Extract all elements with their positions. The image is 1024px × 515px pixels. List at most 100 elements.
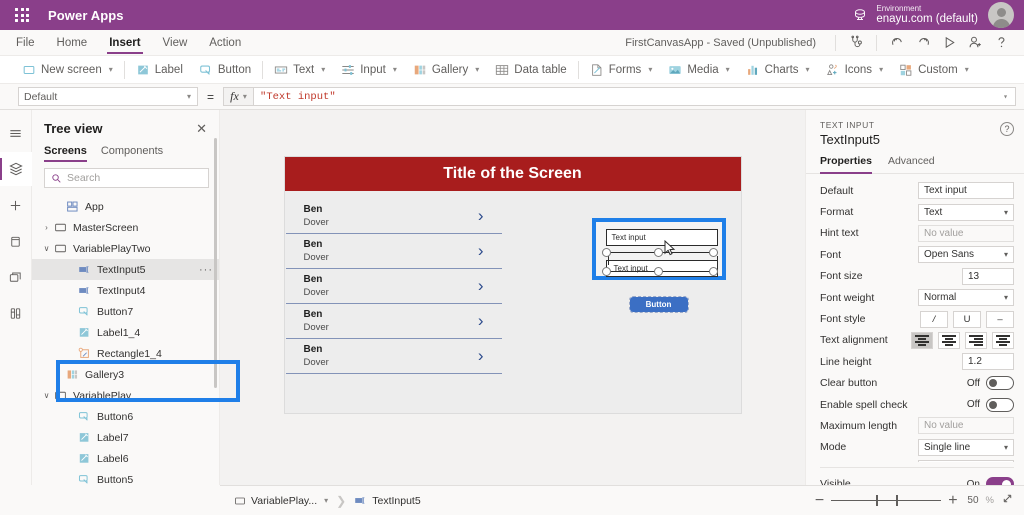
- tab-screens[interactable]: Screens: [44, 145, 87, 162]
- property-input-hint-text[interactable]: No value: [918, 224, 1014, 242]
- ribbon-custom[interactable]: Custom ▾: [891, 60, 977, 80]
- underline-button[interactable]: U: [953, 310, 981, 328]
- environment-picker[interactable]: Environment enayu.com (default): [852, 4, 978, 26]
- gallery-item[interactable]: Ben Dover ›: [285, 199, 502, 234]
- tree-node-masterscreen[interactable]: › MasterScreen: [32, 217, 219, 238]
- property-selector[interactable]: Default ▾: [18, 87, 198, 106]
- chevron-right-icon[interactable]: ›: [478, 206, 484, 226]
- menu-item-file[interactable]: File: [14, 33, 37, 53]
- breadcrumb-screen[interactable]: VariablePlay... ▾: [234, 495, 328, 507]
- resize-handle[interactable]: [601, 267, 611, 276]
- align-right-button[interactable]: [965, 331, 987, 349]
- hamburger-menu-icon[interactable]: [0, 116, 32, 150]
- app-checker-icon[interactable]: [843, 32, 869, 54]
- align-left-button[interactable]: [911, 331, 933, 349]
- tab-properties[interactable]: Properties: [820, 155, 872, 174]
- chevron-right-icon[interactable]: ›: [478, 241, 484, 261]
- gallery-item[interactable]: Ben Dover ›: [285, 234, 502, 269]
- resize-handle[interactable]: [601, 248, 611, 257]
- canvas-area[interactable]: Title of the Screen Ben Dover › Ben Dover › Be…: [220, 110, 805, 513]
- align-justify-button[interactable]: [992, 331, 1014, 349]
- search-input[interactable]: Search: [44, 168, 209, 188]
- tree-node-variableplaytwo[interactable]: ∨ VariablePlayTwo: [32, 238, 219, 259]
- media-library-icon[interactable]: [0, 260, 32, 294]
- ribbon-label[interactable]: Label: [128, 60, 191, 80]
- resize-handle[interactable]: [653, 248, 663, 257]
- expander-icon[interactable]: ›: [52, 370, 65, 379]
- tree-scrollbar[interactable]: [214, 138, 217, 388]
- tree-view-icon[interactable]: [0, 152, 32, 186]
- help-icon[interactable]: ?: [1000, 122, 1014, 136]
- ribbon-gallery[interactable]: Gallery ▾: [405, 60, 487, 80]
- text-input-5[interactable]: Text input: [605, 229, 718, 246]
- tree-node-gallery3[interactable]: › Gallery3: [32, 364, 219, 385]
- close-icon[interactable]: ✕: [192, 120, 211, 137]
- tree-node-label7[interactable]: Label7: [32, 427, 219, 448]
- breadcrumb-control[interactable]: TextInput5: [354, 494, 421, 507]
- zoom-out-button[interactable]: −: [815, 492, 824, 510]
- clear-button-toggle[interactable]: [986, 376, 1014, 391]
- app-screen-preview[interactable]: Title of the Screen Ben Dover › Ben Dover › Be…: [284, 157, 741, 413]
- resize-handle[interactable]: [653, 267, 663, 276]
- property-input-maximum-length[interactable]: No value: [918, 417, 1014, 435]
- avatar[interactable]: [988, 2, 1014, 28]
- ribbon-media[interactable]: Media ▾: [660, 60, 737, 80]
- menu-item-action[interactable]: Action: [207, 33, 243, 53]
- menu-item-insert[interactable]: Insert: [107, 33, 143, 54]
- property-input-default[interactable]: Text input: [918, 182, 1014, 200]
- italic-button[interactable]: /: [920, 310, 948, 328]
- undo-icon[interactable]: [884, 32, 910, 54]
- property-input-font-size[interactable]: 13: [962, 267, 1014, 285]
- tree-node-label6[interactable]: Label6: [32, 448, 219, 469]
- property-input-line-height[interactable]: 1.2: [962, 353, 1014, 371]
- zoom-in-button[interactable]: +: [948, 492, 957, 510]
- gallery-control[interactable]: Ben Dover › Ben Dover › Ben Dover › Ben Dover › Ben D…: [285, 199, 502, 374]
- expander-icon[interactable]: ∨: [40, 244, 53, 253]
- preview-icon[interactable]: [936, 32, 962, 54]
- property-select-font-weight[interactable]: Normal ▾: [918, 289, 1014, 307]
- button7-control[interactable]: Button: [628, 296, 689, 313]
- menu-item-view[interactable]: View: [161, 33, 190, 53]
- tree-node-button6[interactable]: Button6: [32, 406, 219, 427]
- fx-button[interactable]: fx ▾: [223, 87, 254, 106]
- ribbon-input[interactable]: Input ▾: [333, 60, 405, 80]
- ribbon-charts[interactable]: Charts ▾: [738, 60, 818, 80]
- expander-icon[interactable]: ›: [40, 223, 53, 232]
- property-select-display-mode[interactable]: Edit▾: [918, 460, 1014, 462]
- chevron-down-icon[interactable]: ▾: [1003, 92, 1008, 102]
- selected-control-group[interactable]: Text input Text input: [591, 218, 726, 280]
- tree-node-button7[interactable]: Button7: [32, 301, 219, 322]
- waffle-icon[interactable]: [12, 5, 32, 25]
- chevron-right-icon[interactable]: ›: [478, 346, 484, 366]
- tree-node-variableplay[interactable]: ∨ VariablePlay: [32, 385, 219, 406]
- ribbon-text[interactable]: Text ▾: [266, 60, 333, 80]
- tree-node-label1_4[interactable]: Label1_4: [32, 322, 219, 343]
- share-icon[interactable]: [962, 32, 988, 54]
- zoom-slider-thumb[interactable]: [876, 495, 878, 506]
- tree-node-textinput5[interactable]: TextInput5 ···: [32, 259, 219, 280]
- ribbon-icons[interactable]: Icons ▾: [818, 60, 892, 80]
- chevron-right-icon[interactable]: ›: [478, 276, 484, 296]
- resize-handle[interactable]: [708, 267, 718, 276]
- insert-add-icon[interactable]: [0, 188, 32, 222]
- property-select-mode[interactable]: Single line ▾: [918, 438, 1014, 456]
- expander-icon[interactable]: ∨: [40, 391, 53, 400]
- tree-node-rectangle1_4[interactable]: Rectangle1_4: [32, 343, 219, 364]
- enable-spell-check-toggle[interactable]: [986, 397, 1014, 412]
- tab-advanced[interactable]: Advanced: [888, 155, 935, 173]
- data-sources-icon[interactable]: [0, 224, 32, 258]
- ribbon-data-table[interactable]: Data table: [487, 60, 574, 80]
- gallery-item[interactable]: Ben Dover ›: [285, 304, 502, 339]
- redo-icon[interactable]: [910, 32, 936, 54]
- menu-item-home[interactable]: Home: [55, 33, 90, 53]
- chevron-down-icon[interactable]: ▾: [324, 496, 328, 505]
- formula-input[interactable]: "Text input" ▾: [253, 87, 1016, 106]
- chevron-right-icon[interactable]: ›: [478, 311, 484, 331]
- ribbon-new-screen[interactable]: New screen ▾: [14, 60, 121, 80]
- tree-node-textinput4[interactable]: TextInput4: [32, 280, 219, 301]
- fit-screen-icon[interactable]: [1001, 492, 1014, 510]
- tree-node-app[interactable]: App: [32, 196, 219, 217]
- ribbon-forms[interactable]: Forms ▾: [582, 60, 661, 80]
- help-icon[interactable]: [988, 32, 1014, 54]
- strikethrough-button[interactable]: –: [986, 310, 1014, 328]
